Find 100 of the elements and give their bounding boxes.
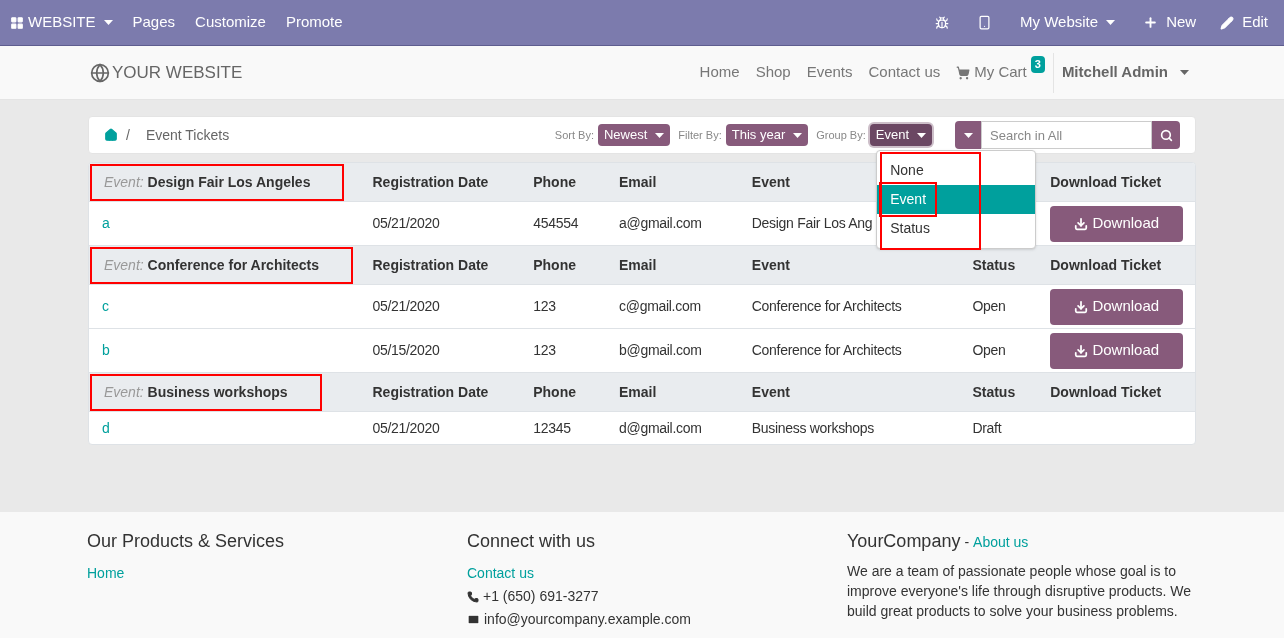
download-icon (1074, 299, 1089, 314)
phone-icon[interactable] (977, 15, 993, 30)
nav-link[interactable]: Events (806, 61, 853, 84)
top-menu-item[interactable]: Customize (195, 11, 266, 34)
column-header: Event (751, 256, 790, 273)
edit-button[interactable]: Edit (1220, 11, 1268, 34)
breadcrumb-separator: / (126, 125, 130, 145)
download-button[interactable]: Download (1050, 332, 1184, 369)
table-cell: Draft (972, 419, 1002, 436)
download-icon (1074, 216, 1089, 231)
group-title: Event: Design Fair Los Angeles (104, 172, 311, 192)
about-link[interactable]: About us (973, 532, 1029, 553)
table-cell: 123 (533, 298, 556, 314)
website-menu[interactable]: My Website (1020, 11, 1116, 34)
footer-link[interactable]: Contact us (467, 563, 847, 584)
caret-icon (917, 132, 926, 138)
table-cell: 12345 (533, 419, 571, 436)
caret-icon (963, 132, 973, 138)
ticket-link[interactable]: b (102, 342, 110, 358)
table-cell: Conference for Architects (751, 298, 902, 314)
breadcrumb-item: Event Tickets (145, 125, 230, 145)
top-menu-item[interactable]: Promote (285, 11, 343, 34)
column-header: Registration Date (372, 383, 489, 400)
column-header: Download Ticket (1050, 383, 1162, 400)
table-cell: d@gmail.com (619, 419, 702, 436)
table-cell: c@gmail.com (619, 298, 701, 314)
column-header: Status (972, 383, 1016, 400)
grid-icon (10, 15, 24, 30)
home-icon[interactable] (104, 128, 118, 142)
globe-icon (90, 62, 110, 83)
caret-icon (103, 20, 113, 25)
column-header: Email (619, 383, 657, 400)
table-cell: b@gmail.com (619, 342, 702, 358)
download-icon (1074, 343, 1089, 358)
cart-link[interactable]: My Cart (956, 61, 1027, 84)
footer-link[interactable]: Home (87, 563, 467, 584)
nav-link[interactable]: Shop (755, 61, 791, 84)
menu-option[interactable]: None (877, 156, 1036, 185)
phone-number: +1 (650) 691-3277 (483, 587, 599, 606)
caret-icon (1180, 70, 1189, 75)
top-menu-item[interactable]: Pages (132, 11, 176, 34)
table-cell: 05/21/2020 (372, 215, 440, 231)
download-button[interactable]: Download (1050, 205, 1184, 242)
menu-option[interactable]: Status (877, 214, 1036, 243)
column-header: Event (751, 173, 790, 190)
caret-icon (655, 132, 665, 138)
footer-heading: Our Products & Services (87, 530, 286, 553)
ticket-link[interactable]: c (102, 298, 109, 314)
group-title: Event: Business workshops (104, 382, 288, 402)
filter-label: Sort By: (554, 127, 594, 143)
column-header: Email (619, 173, 657, 190)
filter-dropdown[interactable]: Newest (598, 124, 671, 146)
search-filter-button[interactable] (955, 121, 981, 149)
table-cell: Conference for Architects (751, 342, 902, 358)
footer-heading: Connect with us (467, 530, 597, 553)
ticket-link[interactable]: d (102, 419, 110, 436)
table-cell: 05/21/2020 (372, 419, 440, 436)
logo-text: YOUR WEBSITE (112, 61, 243, 84)
table-cell: 123 (533, 342, 556, 358)
group-title: Event: Conference for Architects (104, 255, 319, 275)
bug-icon[interactable] (935, 15, 950, 30)
table-cell: a@gmail.com (619, 215, 702, 231)
new-button[interactable]: New (1143, 11, 1197, 34)
user-menu[interactable]: Mitchell Admin (1061, 61, 1189, 84)
search-button[interactable] (1152, 121, 1180, 149)
ticket-link[interactable]: a (102, 215, 110, 231)
site-logo[interactable]: YOUR WEBSITE (90, 59, 243, 86)
column-header: Registration Date (372, 256, 489, 273)
table-cell: Business workshops (751, 419, 874, 436)
column-header: Download Ticket (1050, 256, 1162, 273)
table-cell: Design Fair Los Ang (751, 215, 873, 231)
column-header: Phone (533, 256, 576, 273)
email-address: info@yourcompany.example.com (484, 610, 691, 629)
column-header: Email (619, 256, 657, 273)
filter-label: Filter By: (678, 127, 722, 143)
column-header: Status (972, 256, 1016, 273)
plus-icon (1143, 15, 1159, 30)
menu-option[interactable]: Event (877, 185, 1036, 214)
table-cell: Open (972, 342, 1006, 358)
column-header: Phone (533, 383, 576, 400)
column-header: Event (751, 383, 790, 400)
cart-count-badge: 3 (1030, 56, 1045, 73)
column-header: Download Ticket (1050, 173, 1162, 190)
table-cell: 05/21/2020 (372, 298, 440, 314)
cart-icon (956, 65, 971, 80)
column-header: Registration Date (372, 173, 489, 190)
search-icon (1159, 128, 1173, 142)
filter-label: Group By: (816, 127, 866, 143)
search-field[interactable]: Search in All (981, 121, 1152, 149)
filter-dropdown[interactable]: Event (869, 124, 932, 146)
download-button[interactable]: Download (1050, 288, 1184, 325)
caret-icon (793, 132, 803, 138)
filter-dropdown[interactable]: This year (725, 124, 809, 146)
footer-heading: YourCompany (847, 530, 961, 553)
pencil-icon (1220, 15, 1235, 30)
company-description: We are a team of passionate people whose goal is to improve everyone's life through disruptive products. We build great products to solve your business problems. (847, 562, 1193, 621)
nav-link[interactable]: Home (699, 61, 740, 84)
phone-icon (467, 590, 479, 603)
nav-link[interactable]: Contact us (868, 61, 941, 84)
app-menu[interactable]: WEBSITE (10, 11, 113, 34)
